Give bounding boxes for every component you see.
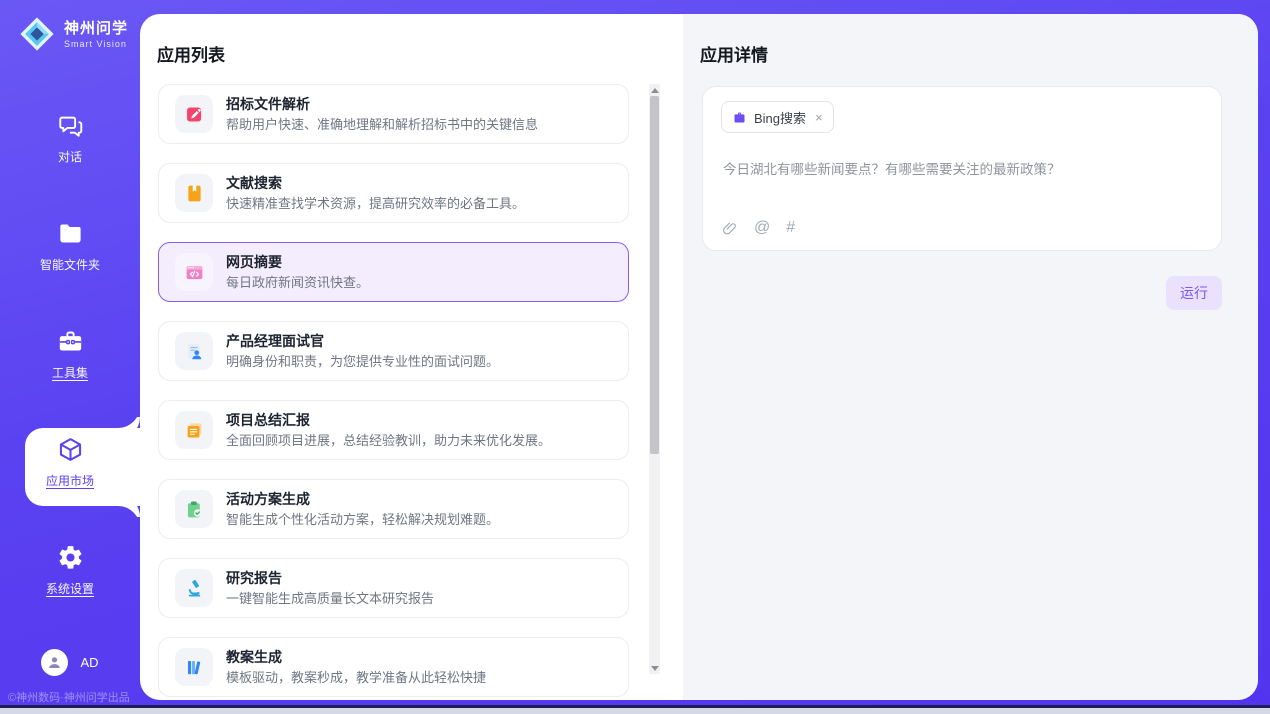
sidebar-item-label: 对话 bbox=[0, 148, 140, 165]
taskbar-strip bbox=[0, 708, 1270, 714]
sidebar-item-label: 应用市场 bbox=[0, 472, 140, 489]
sidebar: 神州问学 Smart Vision 对话智能文件夹工具集应用市场系统设置 AD … bbox=[0, 0, 140, 714]
brand-logo: 神州问学 Smart Vision bbox=[18, 15, 128, 53]
sidebar-item-4[interactable]: 系统设置 bbox=[0, 544, 140, 597]
app-card-text: 教案生成模板驱动，教案秒成，教学准备从此轻松快捷 bbox=[226, 649, 486, 686]
edit-doc-icon bbox=[175, 95, 213, 133]
app-card-title: 活动方案生成 bbox=[226, 491, 499, 508]
app-card-text: 产品经理面试官明确身份和职责，为您提供专业性的面试问题。 bbox=[226, 333, 499, 370]
tool-chip-bing-search[interactable]: Bing搜索 × bbox=[721, 101, 834, 133]
clipboard-check-icon bbox=[175, 490, 213, 528]
scroll-track[interactable] bbox=[649, 96, 660, 662]
books-icon bbox=[175, 648, 213, 686]
avatar bbox=[41, 649, 68, 676]
sidebar-item-label: 工具集 bbox=[0, 364, 140, 381]
browser-code-icon bbox=[175, 253, 213, 291]
app-card-text: 网页摘要每日政府新闻资讯快查。 bbox=[226, 254, 369, 291]
sidebar-item-1[interactable]: 智能文件夹 bbox=[0, 220, 140, 273]
app-detail-title: 应用详情 bbox=[700, 41, 1222, 66]
app-card-desc: 一键智能生成高质量长文本研究报告 bbox=[226, 591, 434, 607]
app-list-title: 应用列表 bbox=[157, 41, 683, 66]
app-card-desc: 模板驱动，教案秒成，教学准备从此轻松快捷 bbox=[226, 670, 486, 686]
app-card-text: 文献搜索快速精准查找学术资源，提高研究效率的必备工具。 bbox=[226, 175, 525, 212]
sidebar-item-label: 智能文件夹 bbox=[0, 256, 140, 273]
toolbox-icon bbox=[57, 342, 84, 359]
app-card-title: 教案生成 bbox=[226, 649, 486, 666]
user-label: AD bbox=[80, 655, 98, 670]
scrollbar[interactable] bbox=[649, 84, 660, 674]
hash-icon[interactable]: # bbox=[786, 219, 795, 237]
app-card-6[interactable]: 研究报告一键智能生成高质量长文本研究报告 bbox=[158, 558, 629, 618]
scroll-up-icon[interactable] bbox=[649, 84, 660, 96]
app-card-4[interactable]: 项目总结汇报全面回顾项目进展，总结经验教训，助力未来优化发展。 bbox=[158, 400, 629, 460]
tool-chip-label: Bing搜索 bbox=[754, 108, 806, 127]
app-card-3[interactable]: 产品经理面试官明确身份和职责，为您提供专业性的面试问题。 bbox=[158, 321, 629, 381]
at-icon[interactable]: @ bbox=[754, 219, 770, 237]
sidebar-item-3[interactable]: 应用市场 bbox=[0, 436, 140, 489]
app-card-desc: 每日政府新闻资讯快查。 bbox=[226, 275, 369, 291]
paperclip-icon[interactable] bbox=[721, 220, 738, 237]
interviewer-icon bbox=[175, 332, 213, 370]
app-card-5[interactable]: 活动方案生成智能生成个性化活动方案，轻松解决规划难题。 bbox=[158, 479, 629, 539]
app-card-title: 网页摘要 bbox=[226, 254, 369, 271]
app-card-text: 招标文件解析帮助用户快速、准确地理解和解析招标书中的关键信息 bbox=[226, 96, 538, 133]
app-card-desc: 帮助用户快速、准确地理解和解析招标书中的关键信息 bbox=[226, 117, 538, 133]
folder-icon bbox=[57, 234, 84, 251]
app-cards: 招标文件解析帮助用户快速、准确地理解和解析招标书中的关键信息文献搜索快速精准查找… bbox=[158, 84, 629, 700]
gear-icon bbox=[57, 558, 84, 575]
app-card-title: 项目总结汇报 bbox=[226, 412, 551, 429]
brand-name: 神州问学 bbox=[64, 20, 128, 38]
sidebar-item-label: 系统设置 bbox=[0, 580, 140, 597]
brand-diamond-icon bbox=[18, 15, 56, 53]
app-card-desc: 智能生成个性化活动方案，轻松解决规划难题。 bbox=[226, 512, 499, 528]
scroll-thumb[interactable] bbox=[650, 96, 659, 454]
sidebar-item-0[interactable]: 对话 bbox=[0, 112, 140, 165]
app-card-0[interactable]: 招标文件解析帮助用户快速、准确地理解和解析招标书中的关键信息 bbox=[158, 84, 629, 144]
book-icon bbox=[175, 174, 213, 212]
notes-icon bbox=[175, 411, 213, 449]
user-account[interactable]: AD bbox=[0, 649, 140, 676]
brand-subtitle: Smart Vision bbox=[64, 39, 128, 49]
sidebar-item-2[interactable]: 工具集 bbox=[0, 328, 140, 381]
app-list-panel: 应用列表 招标文件解析帮助用户快速、准确地理解和解析招标书中的关键信息文献搜索快… bbox=[140, 14, 683, 700]
app-card-text: 活动方案生成智能生成个性化活动方案，轻松解决规划难题。 bbox=[226, 491, 499, 528]
app-card-text: 研究报告一键智能生成高质量长文本研究报告 bbox=[226, 570, 434, 607]
app-card-1[interactable]: 文献搜索快速精准查找学术资源，提高研究效率的必备工具。 bbox=[158, 163, 629, 223]
microscope-icon bbox=[175, 569, 213, 607]
run-button[interactable]: 运行 bbox=[1166, 276, 1222, 310]
app-detail-panel: 应用详情 Bing搜索 × 今日湖北有哪些新闻要点？有哪些需要关注的最新政策？ … bbox=[683, 14, 1258, 700]
app-card-2[interactable]: 网页摘要每日政府新闻资讯快查。 bbox=[158, 242, 629, 302]
query-text[interactable]: 今日湖北有哪些新闻要点？有哪些需要关注的最新政策？ bbox=[723, 158, 1203, 178]
app-card-title: 文献搜索 bbox=[226, 175, 525, 192]
run-row: 运行 bbox=[700, 276, 1222, 310]
app-card-title: 产品经理面试官 bbox=[226, 333, 499, 350]
chat-icon bbox=[57, 126, 84, 143]
main-content: 应用列表 招标文件解析帮助用户快速、准确地理解和解析招标书中的关键信息文献搜索快… bbox=[140, 14, 1258, 700]
composer-toolbar: @ # bbox=[721, 219, 795, 237]
app-card-desc: 明确身份和职责，为您提供专业性的面试问题。 bbox=[226, 354, 499, 370]
scroll-down-icon[interactable] bbox=[649, 662, 660, 674]
cube-icon bbox=[57, 450, 84, 467]
copyright: ©神州数码·神州问学出品 bbox=[8, 689, 130, 705]
app-card-desc: 快速精准查找学术资源，提高研究效率的必备工具。 bbox=[226, 196, 525, 212]
app-card-title: 研究报告 bbox=[226, 570, 434, 587]
app-card-desc: 全面回顾项目进展，总结经验教训，助力未来优化发展。 bbox=[226, 433, 551, 449]
app-card-7[interactable]: 教案生成模板驱动，教案秒成，教学准备从此轻松快捷 bbox=[158, 637, 629, 697]
app-card-text: 项目总结汇报全面回顾项目进展，总结经验教训，助力未来优化发展。 bbox=[226, 412, 551, 449]
composer-card: Bing搜索 × 今日湖北有哪些新闻要点？有哪些需要关注的最新政策？ @ # bbox=[702, 86, 1222, 251]
briefcase-icon bbox=[732, 110, 747, 125]
app-card-title: 招标文件解析 bbox=[226, 96, 538, 113]
chip-close-icon[interactable]: × bbox=[815, 110, 823, 125]
